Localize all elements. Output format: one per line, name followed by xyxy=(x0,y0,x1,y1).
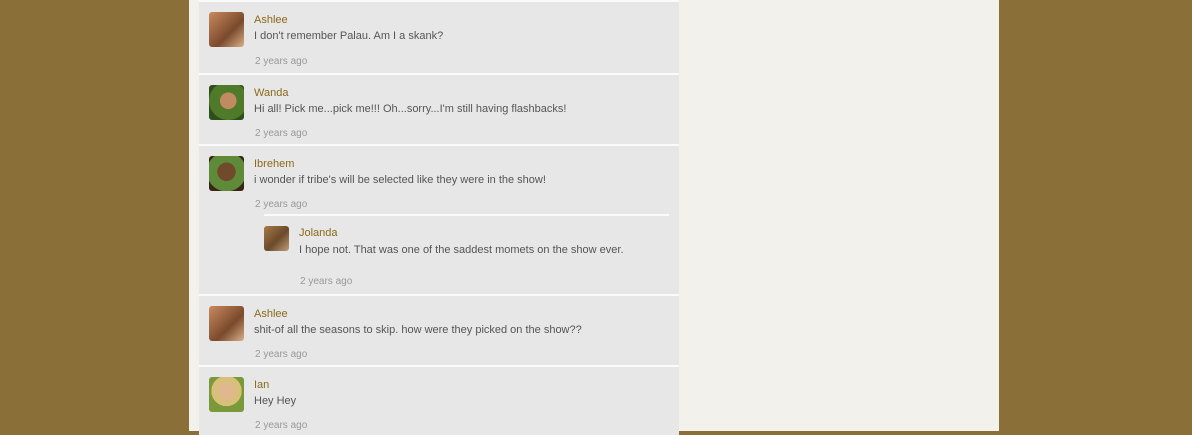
reply-author[interactable]: Jolanda xyxy=(299,227,338,239)
comment-list: Ashlee I don't remember Palau. Am I a sk… xyxy=(199,0,679,435)
ian-avatar[interactable] xyxy=(209,377,244,412)
comment-author[interactable]: Ashlee xyxy=(254,308,288,320)
reply-text: I hope not. That was one of the saddest … xyxy=(299,244,624,256)
reply-timestamp: 2 years ago xyxy=(300,276,353,287)
comment-timestamp: 2 years ago xyxy=(255,349,308,360)
comment-item: Ashlee shit-of all the seasons to skip. … xyxy=(199,294,679,365)
comment-text: Hey Hey xyxy=(254,395,297,407)
ashlee-avatar[interactable] xyxy=(209,12,244,47)
reply-item: Jolanda I hope not. That was one of the … xyxy=(264,214,669,296)
comment-text: shit-of all the seasons to skip. how wer… xyxy=(254,324,582,336)
comment-timestamp: 2 years ago xyxy=(255,420,308,431)
comment-text: I don't remember Palau. Am I a skank? xyxy=(254,30,444,42)
comment-text: Hi all! Pick me...pick me!!! Oh...sorry.… xyxy=(254,103,567,115)
ibrehem-avatar[interactable] xyxy=(209,156,244,191)
ashlee-avatar[interactable] xyxy=(209,306,244,341)
comment-item: Wanda Hi all! Pick me...pick me!!! Oh...… xyxy=(199,73,679,144)
comment-timestamp: 2 years ago xyxy=(255,199,308,210)
comment-item: Ibrehem i wonder if tribe's will be sele… xyxy=(199,144,679,294)
page-content: Ashlee I don't remember Palau. Am I a sk… xyxy=(189,0,999,435)
comment-item: Ian Hey Hey 2 years ago xyxy=(199,365,679,435)
comment-timestamp: 2 years ago xyxy=(255,128,308,139)
comment-timestamp: 2 years ago xyxy=(255,56,308,67)
jolanda-avatar[interactable] xyxy=(264,226,289,251)
comment-item: Ashlee I don't remember Palau. Am I a sk… xyxy=(199,0,679,73)
comment-author[interactable]: Ashlee xyxy=(254,14,288,26)
comment-author[interactable]: Wanda xyxy=(254,87,288,99)
wanda-avatar[interactable] xyxy=(209,85,244,120)
comment-author[interactable]: Ian xyxy=(254,379,269,391)
comment-author[interactable]: Ibrehem xyxy=(254,158,294,170)
comment-text: i wonder if tribe's will be selected lik… xyxy=(254,174,546,186)
